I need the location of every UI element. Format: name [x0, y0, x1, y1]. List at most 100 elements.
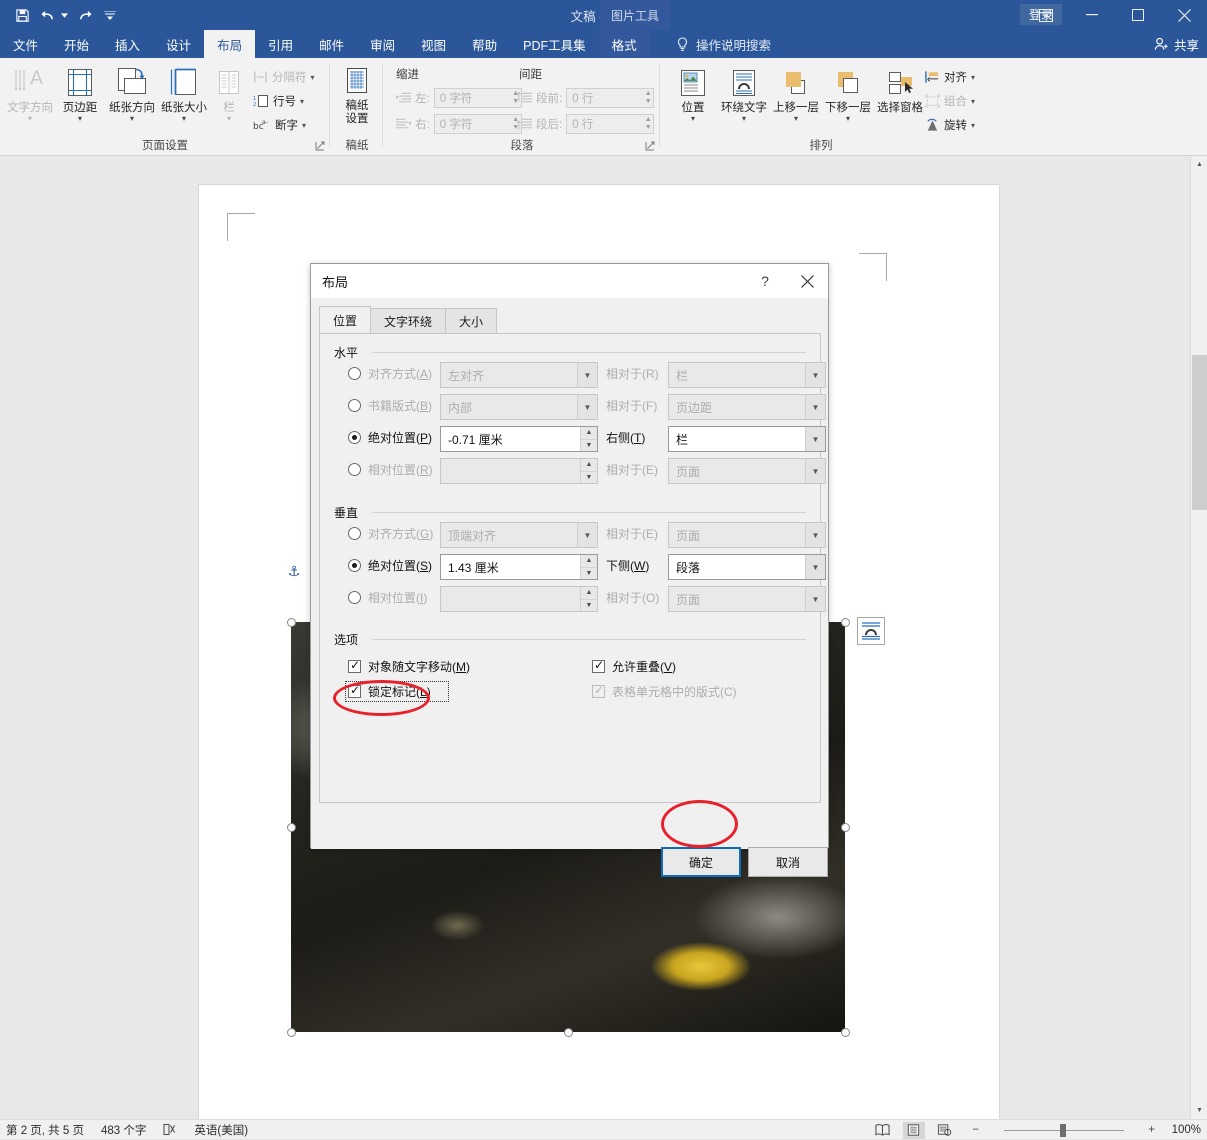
ribbon-button-orientation[interactable]: 纸张方向 ▾	[104, 62, 160, 136]
combo-h-alignment-relative[interactable]: 栏 ▼	[668, 362, 826, 388]
radio-h-alignment[interactable]	[348, 367, 361, 380]
input-v-relative-position[interactable]: ▲ ▼	[440, 586, 598, 612]
cancel-button[interactable]: 取消	[748, 847, 828, 877]
chevron-down-icon[interactable]: ▾	[311, 73, 315, 82]
radio-h-relative-position[interactable]	[348, 463, 361, 476]
maximize-icon[interactable]	[1115, 0, 1161, 30]
tab-home[interactable]: 开始	[51, 30, 102, 58]
close-icon[interactable]	[790, 264, 824, 298]
ribbon-button-rotate-objects[interactable]: 旋转 ▾	[925, 114, 975, 136]
checkbox-allow-overlap[interactable]	[592, 658, 605, 673]
chevron-down-icon[interactable]: ▾	[302, 121, 306, 130]
chevron-down-icon[interactable]: ▼	[805, 523, 825, 547]
ribbon-button-position[interactable]: 位置 ▾	[665, 62, 721, 136]
ribbon-button-wrap-text[interactable]: 环绕文字 ▾	[716, 62, 772, 136]
chevron-down-icon[interactable]: ▼	[805, 555, 825, 579]
spinner-icon[interactable]: ▲ ▼	[580, 555, 597, 579]
share-button[interactable]: 共享	[1154, 30, 1199, 58]
combo-v-alignment-relative[interactable]: 页面 ▼	[668, 522, 826, 548]
ribbon-button-group-objects[interactable]: 组合 ▾	[925, 90, 975, 112]
scrollbar-thumb[interactable]	[1192, 355, 1207, 510]
chevron-down-icon[interactable]: ▼	[577, 395, 597, 419]
chevron-down-icon[interactable]: ▼	[805, 459, 825, 483]
spinner-icon[interactable]: ▲ ▼	[580, 459, 597, 483]
ribbon-display-options-icon[interactable]	[1023, 0, 1069, 30]
input-h-relative-position[interactable]: ▲ ▼	[440, 458, 598, 484]
radio-h-book-layout[interactable]	[348, 399, 361, 412]
resize-handle-top-left[interactable]	[287, 618, 296, 627]
tab-help[interactable]: 帮助	[459, 30, 510, 58]
scroll-up-icon[interactable]: ▲	[1191, 156, 1207, 173]
ribbon-button-grid-paper-settings[interactable]: 稿纸 设置	[329, 60, 385, 134]
space-before-input[interactable]: 0 行 ▲ ▼	[566, 88, 655, 108]
ribbon-button-hyphenation[interactable]: bc a- 断字 ▾	[253, 114, 306, 136]
resize-handle-bottom-center[interactable]	[564, 1028, 573, 1037]
chevron-down-icon[interactable]: ▼	[805, 587, 825, 611]
redo-icon[interactable]	[71, 2, 99, 28]
dialog-tab-size[interactable]: 大小	[445, 308, 498, 334]
anchor-icon[interactable]: ⚓	[286, 562, 302, 580]
checkbox-layout-in-table-cell[interactable]	[592, 683, 605, 698]
zoom-slider[interactable]	[996, 1122, 1132, 1139]
chevron-down-icon[interactable]: ▾	[182, 115, 186, 123]
vertical-scrollbar[interactable]: ▲ ▼	[1190, 156, 1207, 1119]
chevron-down-icon[interactable]: ▾	[130, 115, 134, 123]
chevron-down-icon[interactable]: ▾	[742, 115, 746, 123]
web-layout-icon[interactable]	[934, 1122, 956, 1139]
tab-layout[interactable]: 布局	[204, 30, 256, 58]
combo-v-alignment-value[interactable]: 顶端对齐 ▼	[440, 522, 598, 548]
ok-button[interactable]: 确定	[661, 847, 741, 877]
checkbox-move-with-text[interactable]	[348, 658, 361, 673]
undo-dropdown-icon[interactable]	[58, 2, 71, 28]
chevron-down-icon[interactable]: ▼	[577, 523, 597, 547]
chevron-down-icon[interactable]: ▼	[577, 363, 597, 387]
language-indicator[interactable]: 英语(美国)	[194, 1122, 248, 1138]
spinner-icon[interactable]: ▲ ▼	[580, 427, 597, 451]
zoom-out-button[interactable]: −	[965, 1122, 987, 1139]
chevron-down-icon[interactable]: ▼	[805, 395, 825, 419]
resize-handle-bottom-right[interactable]	[841, 1028, 850, 1037]
ribbon-button-margins[interactable]: 页边距 ▾	[52, 62, 108, 136]
chevron-down-icon[interactable]: ▾	[28, 115, 32, 123]
proofing-errors-icon[interactable]	[163, 1123, 177, 1136]
ribbon-button-send-backward[interactable]: 下移一层 ▾	[820, 62, 876, 136]
save-icon[interactable]	[8, 2, 36, 28]
resize-handle-bottom-left[interactable]	[287, 1028, 296, 1037]
spinner-icon[interactable]: ▲ ▼	[638, 89, 653, 107]
ribbon-button-line-numbers[interactable]: 12 行号 ▾	[253, 90, 304, 112]
paragraph-dialog-launcher[interactable]	[645, 141, 656, 152]
zoom-thumb[interactable]	[1059, 1123, 1066, 1137]
tab-mailings[interactable]: 邮件	[306, 30, 357, 58]
tab-review[interactable]: 审阅	[357, 30, 408, 58]
ribbon-button-breaks[interactable]: 分隔符 ▾	[253, 66, 315, 88]
ribbon-button-align-objects[interactable]: 对齐 ▾	[925, 66, 975, 88]
spinner-icon[interactable]: ▲ ▼	[580, 587, 597, 611]
layout-dialog[interactable]: 布局 ? 位置 文字环绕 大小 水平 对齐方式(A) 左对齐 ▼ 相对于(R) …	[310, 263, 829, 877]
radio-h-absolute-position[interactable]	[348, 431, 361, 444]
radio-v-alignment[interactable]	[348, 527, 361, 540]
chevron-down-icon[interactable]: ▾	[78, 115, 82, 123]
zoom-level-label[interactable]: 100%	[1172, 1124, 1201, 1136]
chevron-down-icon[interactable]: ▾	[971, 121, 975, 130]
chevron-down-icon[interactable]: ▾	[971, 97, 975, 106]
ribbon-button-selection-pane[interactable]: 选择窗格	[872, 62, 928, 136]
combo-h-absolute-relative[interactable]: 栏 ▼	[668, 426, 826, 452]
dialog-tab-text-wrapping[interactable]: 文字环绕	[370, 308, 447, 334]
tab-file[interactable]: 文件	[0, 30, 51, 58]
chevron-down-icon[interactable]: ▼	[805, 363, 825, 387]
tab-insert[interactable]: 插入	[102, 30, 153, 58]
spinner-icon[interactable]: ▲ ▼	[638, 115, 653, 133]
combo-v-relative-relative[interactable]: 页面 ▼	[668, 586, 826, 612]
minimize-icon[interactable]	[1069, 0, 1115, 30]
chevron-down-icon[interactable]: ▾	[971, 73, 975, 82]
dialog-tab-position[interactable]: 位置	[319, 306, 372, 334]
input-v-absolute-position[interactable]: 1.43 厘米 ▲ ▼	[440, 554, 598, 580]
tell-me-search[interactable]: 操作说明搜索	[676, 30, 771, 58]
resize-handle-top-right[interactable]	[841, 618, 850, 627]
space-after-input[interactable]: 0 行 ▲ ▼	[566, 114, 655, 134]
page-indicator[interactable]: 第 2 页, 共 5 页	[6, 1122, 84, 1138]
radio-v-relative-position[interactable]	[348, 591, 361, 604]
chevron-down-icon[interactable]: ▼	[805, 427, 825, 451]
help-question-icon[interactable]: ?	[748, 264, 782, 298]
ribbon-button-bring-forward[interactable]: 上移一层 ▾	[768, 62, 824, 136]
